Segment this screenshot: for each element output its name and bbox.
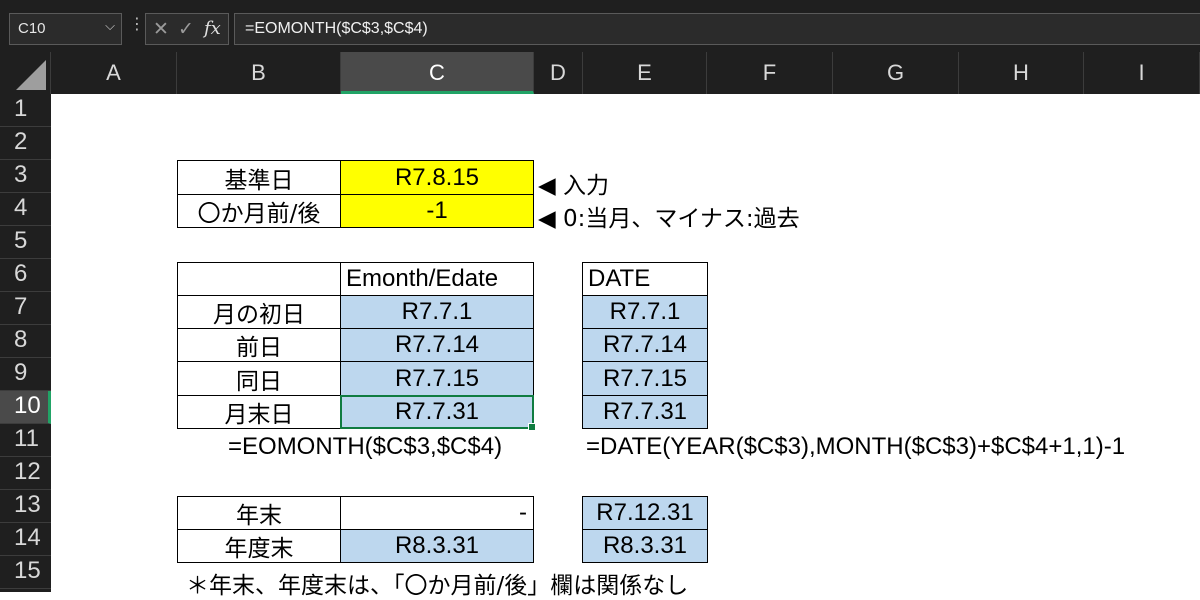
- column-header-i[interactable]: I: [1084, 52, 1200, 94]
- close-icon[interactable]: ✕: [153, 18, 169, 40]
- row-header-1[interactable]: 1: [0, 94, 51, 127]
- cell-c6[interactable]: Emonth/Edate: [340, 262, 534, 296]
- row-header-14[interactable]: 14: [0, 523, 51, 556]
- base-date-note: ◀ 入力: [538, 173, 609, 199]
- cell-c13[interactable]: -: [340, 496, 534, 530]
- row-header-12[interactable]: 12: [0, 457, 51, 490]
- cell-e9[interactable]: R7.7.15: [582, 361, 708, 396]
- formula-controls: ✕ ✓ fx: [145, 13, 229, 45]
- select-all-button[interactable]: [0, 52, 51, 94]
- cell-b13[interactable]: 年末: [177, 496, 341, 530]
- cell-c14[interactable]: R8.3.31: [340, 529, 534, 563]
- cell-e7[interactable]: R7.7.1: [582, 295, 708, 329]
- name-box[interactable]: C10 ⌵: [9, 13, 122, 45]
- cell-e10[interactable]: R7.7.31: [582, 395, 708, 429]
- cell-c7[interactable]: R7.7.1: [340, 295, 534, 329]
- column-header-d[interactable]: D: [534, 52, 583, 94]
- offset-note: ◀ 0:当月、マイナス:過去: [538, 206, 800, 232]
- row-header-3[interactable]: 3: [0, 160, 51, 193]
- cell-b14[interactable]: 年度末: [177, 529, 341, 563]
- chevron-down-icon[interactable]: ⌵: [105, 19, 115, 34]
- cell-e8[interactable]: R7.7.14: [582, 328, 708, 362]
- check-icon[interactable]: ✓: [178, 18, 194, 40]
- column-header-f[interactable]: F: [707, 52, 833, 94]
- cell-c9[interactable]: R7.7.15: [340, 361, 534, 396]
- column-header-c[interactable]: C: [341, 52, 534, 94]
- row-header-6[interactable]: 6: [0, 259, 51, 292]
- cell-b4[interactable]: 〇か月前/後: [177, 194, 341, 228]
- formula-bar: C10 ⌵ ⋮ ✕ ✓ fx =EOMONTH($C$3,$C$4): [0, 0, 1200, 52]
- cell-e14[interactable]: R8.3.31: [582, 529, 708, 563]
- cell-c10[interactable]: R7.7.31: [340, 395, 534, 429]
- name-box-value: C10: [18, 20, 46, 37]
- cell-b8[interactable]: 前日: [177, 328, 341, 362]
- date-formula-note: =DATE(YEAR($C$3),MONTH($C$3)+$C$4+1,1)-1: [586, 433, 1126, 460]
- cell-c8[interactable]: R7.7.14: [340, 328, 534, 362]
- more-options-icon[interactable]: ⋮: [129, 16, 145, 32]
- cell-e6[interactable]: DATE: [582, 262, 708, 296]
- row-header-13[interactable]: 13: [0, 490, 51, 523]
- row-headers: 1 2 3 4 5 6 7 8 9 10 11 12 13 14 15: [0, 94, 51, 592]
- eomonth-formula-note: =EOMONTH($C$3,$C$4): [228, 433, 503, 460]
- row-header-5[interactable]: 5: [0, 226, 51, 259]
- row-header-9[interactable]: 9: [0, 358, 51, 391]
- cell-e13[interactable]: R7.12.31: [582, 496, 708, 530]
- cell-b7[interactable]: 月の初日: [177, 295, 341, 329]
- insert-function-icon[interactable]: fx: [204, 18, 221, 39]
- row-header-7[interactable]: 7: [0, 292, 51, 325]
- column-header-e[interactable]: E: [583, 52, 707, 94]
- cell-c4[interactable]: -1: [340, 194, 534, 228]
- row-header-8[interactable]: 8: [0, 325, 51, 358]
- formula-text: =EOMONTH($C$3,$C$4): [245, 20, 428, 37]
- column-header-b[interactable]: B: [177, 52, 341, 94]
- row-header-4[interactable]: 4: [0, 193, 51, 226]
- column-header-a[interactable]: A: [51, 52, 177, 94]
- footnote: ＊年末、年度末は、「〇か月前/後」欄は関係なし: [186, 573, 689, 599]
- cell-b10[interactable]: 月末日: [177, 395, 341, 429]
- cell-c3[interactable]: R7.8.15: [340, 160, 534, 195]
- row-header-10[interactable]: 10: [0, 391, 51, 424]
- column-headers: A B C D E F G H I: [0, 52, 1200, 94]
- cell-b9[interactable]: 同日: [177, 361, 341, 396]
- row-header-15[interactable]: 15: [0, 556, 51, 589]
- column-header-g[interactable]: G: [833, 52, 959, 94]
- row-header-11[interactable]: 11: [0, 424, 51, 457]
- column-header-h[interactable]: H: [959, 52, 1084, 94]
- row-header-2[interactable]: 2: [0, 127, 51, 160]
- cell-b6[interactable]: [177, 262, 341, 296]
- cell-b3[interactable]: 基準日: [177, 160, 341, 195]
- formula-input[interactable]: =EOMONTH($C$3,$C$4): [234, 13, 1200, 45]
